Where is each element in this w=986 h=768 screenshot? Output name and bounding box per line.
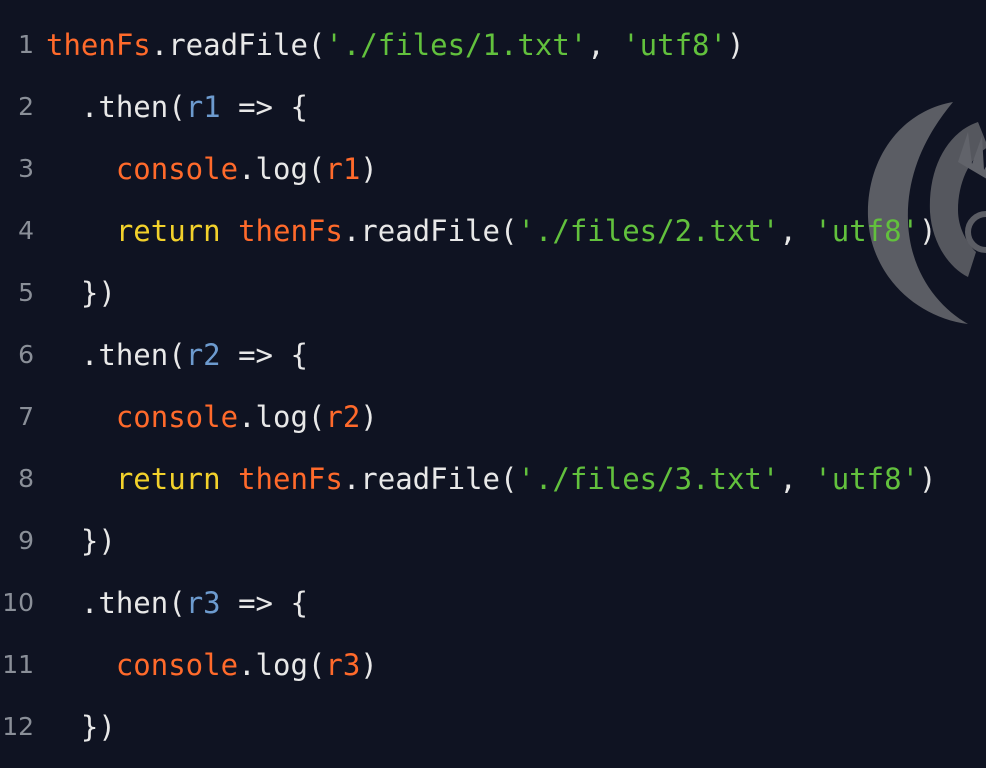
code-editor: 1 thenFs.readFile('./files/1.txt', 'utf8'…: [0, 0, 986, 768]
code-token: r3: [185, 586, 221, 620]
code-token: ): [360, 152, 378, 186]
line-number: 5: [18, 278, 34, 307]
line-number: 7: [18, 402, 34, 431]
code-token: './files/2.txt': [517, 214, 780, 248]
code-text: }): [46, 510, 116, 572]
code-token: './files/1.txt': [325, 28, 588, 62]
code-line: 11 console.log(r3): [0, 634, 986, 696]
code-token: .then(: [80, 586, 186, 620]
code-token: .readFile(: [342, 462, 518, 496]
code-token: ,: [779, 214, 815, 248]
code-token: ): [919, 462, 937, 496]
code-token: .log(: [238, 152, 326, 186]
code-token: ,: [779, 462, 815, 496]
code-token: './files/3.txt': [517, 462, 780, 496]
line-number: 8: [18, 464, 34, 493]
code-token: r1: [185, 90, 221, 124]
code-line: 1 thenFs.readFile('./files/1.txt', 'utf8'…: [0, 14, 986, 76]
code-text: thenFs.readFile('./files/1.txt', 'utf8'): [46, 14, 744, 76]
code-token: thenFs: [238, 214, 343, 248]
code-token: => {: [220, 338, 308, 372]
line-number: 6: [18, 340, 34, 369]
code-token: .then(: [80, 90, 186, 124]
code-token: .then(: [80, 338, 186, 372]
code-token: console: [115, 400, 239, 434]
code-token: console: [115, 648, 239, 682]
code-text: }): [46, 262, 116, 324]
code-token: r1: [325, 152, 361, 186]
code-token: .readFile(: [342, 214, 518, 248]
code-text: console.log(r3): [46, 634, 378, 696]
code-token: 'utf8': [622, 28, 727, 62]
code-token: r2: [325, 400, 361, 434]
line-number: 9: [18, 526, 34, 555]
code-line: 4 return thenFs.readFile('./files/2.txt'…: [0, 200, 986, 262]
code-text: .then(r1 => {: [46, 76, 308, 138]
code-token: ): [919, 214, 937, 248]
code-token: }): [80, 524, 116, 558]
line-number: 4: [18, 216, 34, 245]
code-token: r3: [325, 648, 361, 682]
code-token: return: [115, 214, 221, 248]
code-token: return: [115, 462, 221, 496]
code-line: 12 }): [0, 696, 986, 758]
line-number: 12: [2, 712, 34, 741]
code-token: console: [115, 152, 239, 186]
line-number: 11: [2, 650, 34, 679]
code-line: 10 .then(r3 => {: [0, 572, 986, 634]
code-text: console.log(r2): [46, 386, 378, 448]
line-number: 3: [18, 154, 34, 183]
code-token: ): [360, 400, 378, 434]
code-line: 7 console.log(r2): [0, 386, 986, 448]
code-text: console.log(r1): [46, 138, 378, 200]
line-number: 1: [18, 30, 34, 59]
code-token: => {: [220, 586, 308, 620]
code-text: return thenFs.readFile('./files/3.txt', …: [46, 448, 937, 510]
code-token: }): [80, 710, 116, 744]
code-lines: 1 thenFs.readFile('./files/1.txt', 'utf8'…: [0, 14, 986, 758]
code-token: thenFs: [46, 28, 151, 62]
code-line: 8 return thenFs.readFile('./files/3.txt'…: [0, 448, 986, 510]
code-token: ): [726, 28, 745, 62]
line-number: 10: [2, 588, 34, 617]
code-token: => {: [220, 90, 308, 124]
code-token: r2: [185, 338, 221, 372]
code-line: 6 .then(r2 => {: [0, 324, 986, 386]
code-line: 3 console.log(r1): [0, 138, 986, 200]
code-text: }): [46, 696, 116, 758]
code-text: .then(r2 => {: [46, 324, 308, 386]
code-token: }): [80, 276, 116, 310]
code-line: 5 }): [0, 262, 986, 324]
line-number: 2: [18, 92, 34, 121]
code-token: .log(: [238, 400, 326, 434]
code-text: .then(r3 => {: [46, 572, 308, 634]
code-line: 9 }): [0, 510, 986, 572]
code-token: 'utf8': [814, 214, 920, 248]
code-token: ,: [587, 28, 623, 62]
code-token: .log(: [238, 648, 326, 682]
code-token: ): [360, 648, 378, 682]
code-token: 'utf8': [814, 462, 920, 496]
code-line: 2 .then(r1 => {: [0, 76, 986, 138]
code-token: thenFs: [238, 462, 343, 496]
code-token: .readFile(: [150, 28, 326, 62]
code-text: return thenFs.readFile('./files/2.txt', …: [46, 200, 937, 262]
